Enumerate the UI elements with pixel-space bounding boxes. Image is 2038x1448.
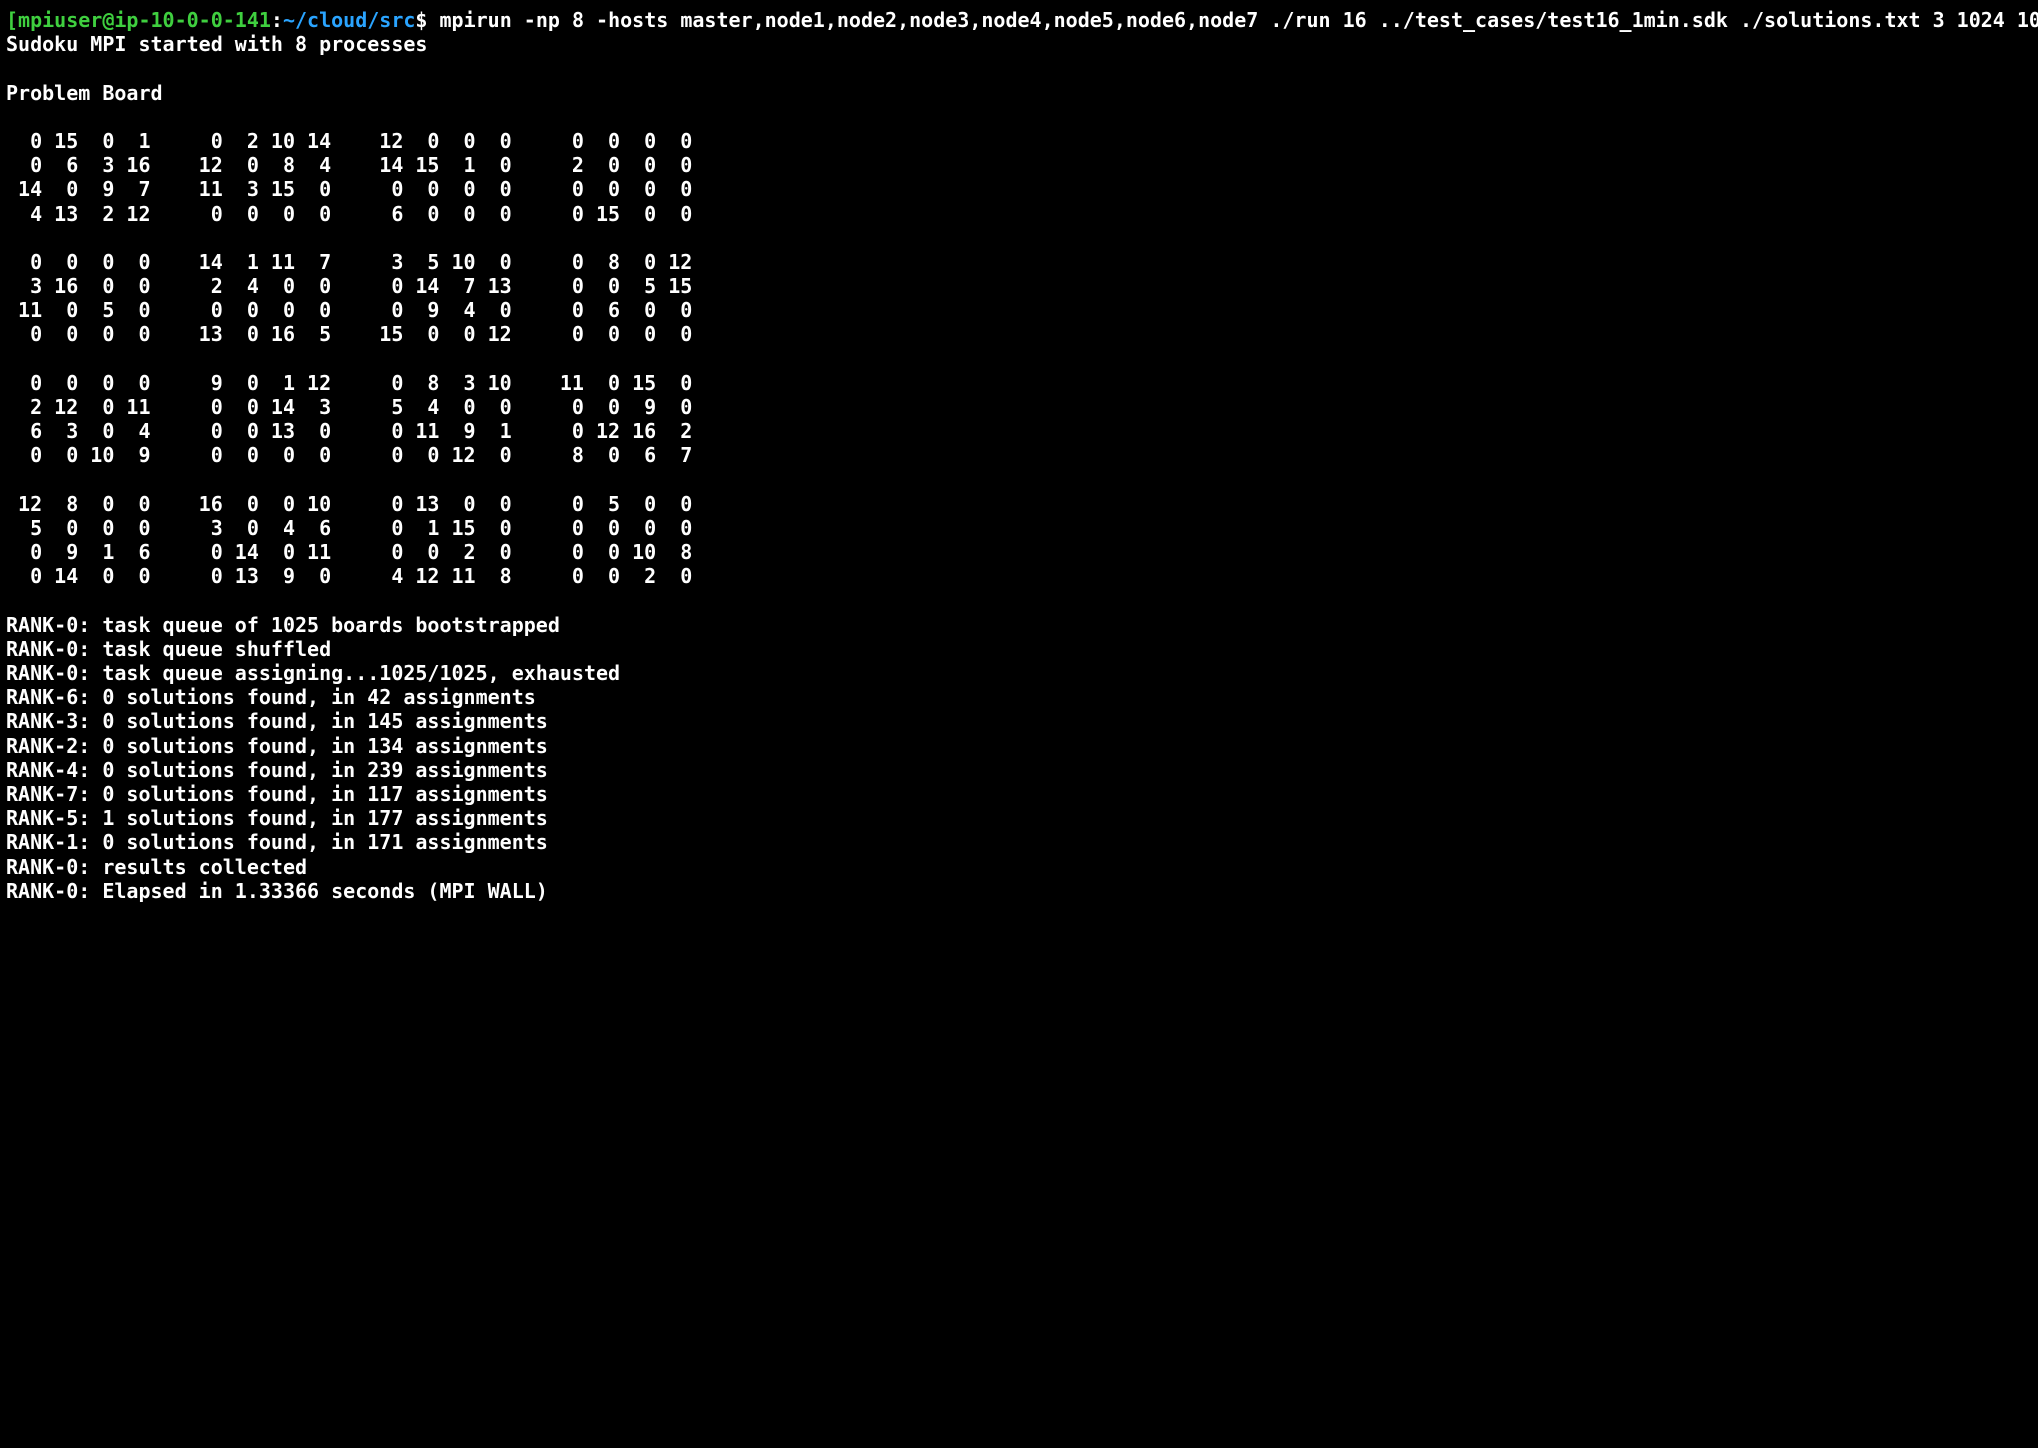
- prompt-line: [mpiuser@ip-10-0-0-141:~/cloud/src$ mpir…: [6, 8, 2038, 32]
- problem-board: 0 15 0 1 0 2 10 14 12 0 0 0 0 0 0 0 0 6 …: [6, 129, 692, 588]
- startup-line: Sudoku MPI started with 8 processes: [6, 32, 427, 56]
- prompt-user-host: mpiuser@ip-10-0-0-141: [18, 8, 271, 32]
- prompt-path: ~/cloud/src: [283, 8, 415, 32]
- prompt-dollar: $: [415, 8, 439, 32]
- board-title: Problem Board: [6, 81, 163, 105]
- terminal-window[interactable]: [mpiuser@ip-10-0-0-141:~/cloud/src$ mpir…: [0, 0, 2038, 911]
- command-text: mpirun -np 8 -hosts master,node1,node2,n…: [440, 8, 2038, 32]
- log-output: RANK-0: task queue of 1025 boards bootst…: [6, 613, 620, 903]
- prompt-colon: :: [271, 8, 283, 32]
- prompt-open-bracket: [: [6, 8, 18, 32]
